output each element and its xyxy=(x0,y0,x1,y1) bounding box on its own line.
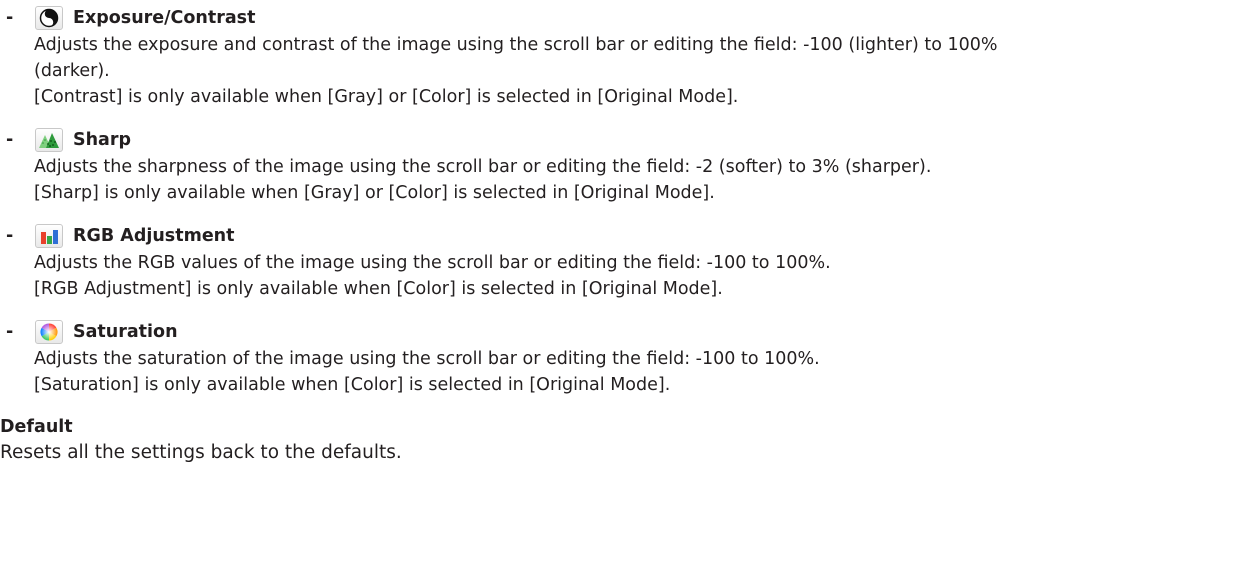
saturation-icon xyxy=(35,320,63,344)
description-line: Adjusts the saturation of the image usin… xyxy=(34,349,820,369)
default-title: Default xyxy=(0,417,73,437)
item-header: - Exposure/Contrast xyxy=(0,4,1250,32)
bullet: - xyxy=(6,322,14,342)
description-line: (darker). xyxy=(34,61,110,81)
item-description: Adjusts the saturation of the image usin… xyxy=(34,346,1250,398)
list-item-exposure-contrast: - Exposure/Contrast Adjusts the exposure… xyxy=(0,4,1250,110)
description-line: Adjusts the sharpness of the image using… xyxy=(34,157,932,177)
sharp-icon xyxy=(35,128,63,152)
description-line: [Sharp] is only available when [Gray] or… xyxy=(34,183,715,203)
item-title: RGB Adjustment xyxy=(73,226,235,246)
bullet: - xyxy=(6,226,14,246)
description-line: [Contrast] is only available when [Gray]… xyxy=(34,87,739,107)
default-description: Resets all the settings back to the defa… xyxy=(0,442,402,463)
item-header: - RGB Adjustment xyxy=(0,222,1250,250)
description-line: Adjusts the exposure and contrast of the… xyxy=(34,35,998,55)
settings-description: - Exposure/Contrast Adjusts the exposure… xyxy=(0,0,1250,466)
default-section: Default Resets all the settings back to … xyxy=(0,414,1250,466)
description-line: [Saturation] is only available when [Col… xyxy=(34,375,671,395)
list-item-saturation: - Saturation Adjusts the saturation of t… xyxy=(0,318,1250,398)
description-line: [RGB Adjustment] is only available when … xyxy=(34,279,723,299)
item-title: Saturation xyxy=(73,322,178,342)
item-description: Adjusts the RGB values of the image usin… xyxy=(34,250,1250,302)
item-header: - Saturation xyxy=(0,318,1250,346)
item-description: Adjusts the exposure and contrast of the… xyxy=(34,32,1250,110)
item-description: Adjusts the sharpness of the image using… xyxy=(34,154,1250,206)
item-title: Exposure/Contrast xyxy=(73,8,256,28)
bullet: - xyxy=(6,8,14,28)
exposure-contrast-icon xyxy=(35,6,63,30)
bullet: - xyxy=(6,130,14,150)
rgb-adjustment-icon xyxy=(35,224,63,248)
description-line: Adjusts the RGB values of the image usin… xyxy=(34,253,831,273)
item-title: Sharp xyxy=(73,130,132,150)
item-header: - Sharp xyxy=(0,126,1250,154)
list-item-sharp: - Sharp Adjusts the sharpness of the ima… xyxy=(0,126,1250,206)
list-item-rgb-adjustment: - RGB Adjustment Adjusts the RGB values … xyxy=(0,222,1250,302)
